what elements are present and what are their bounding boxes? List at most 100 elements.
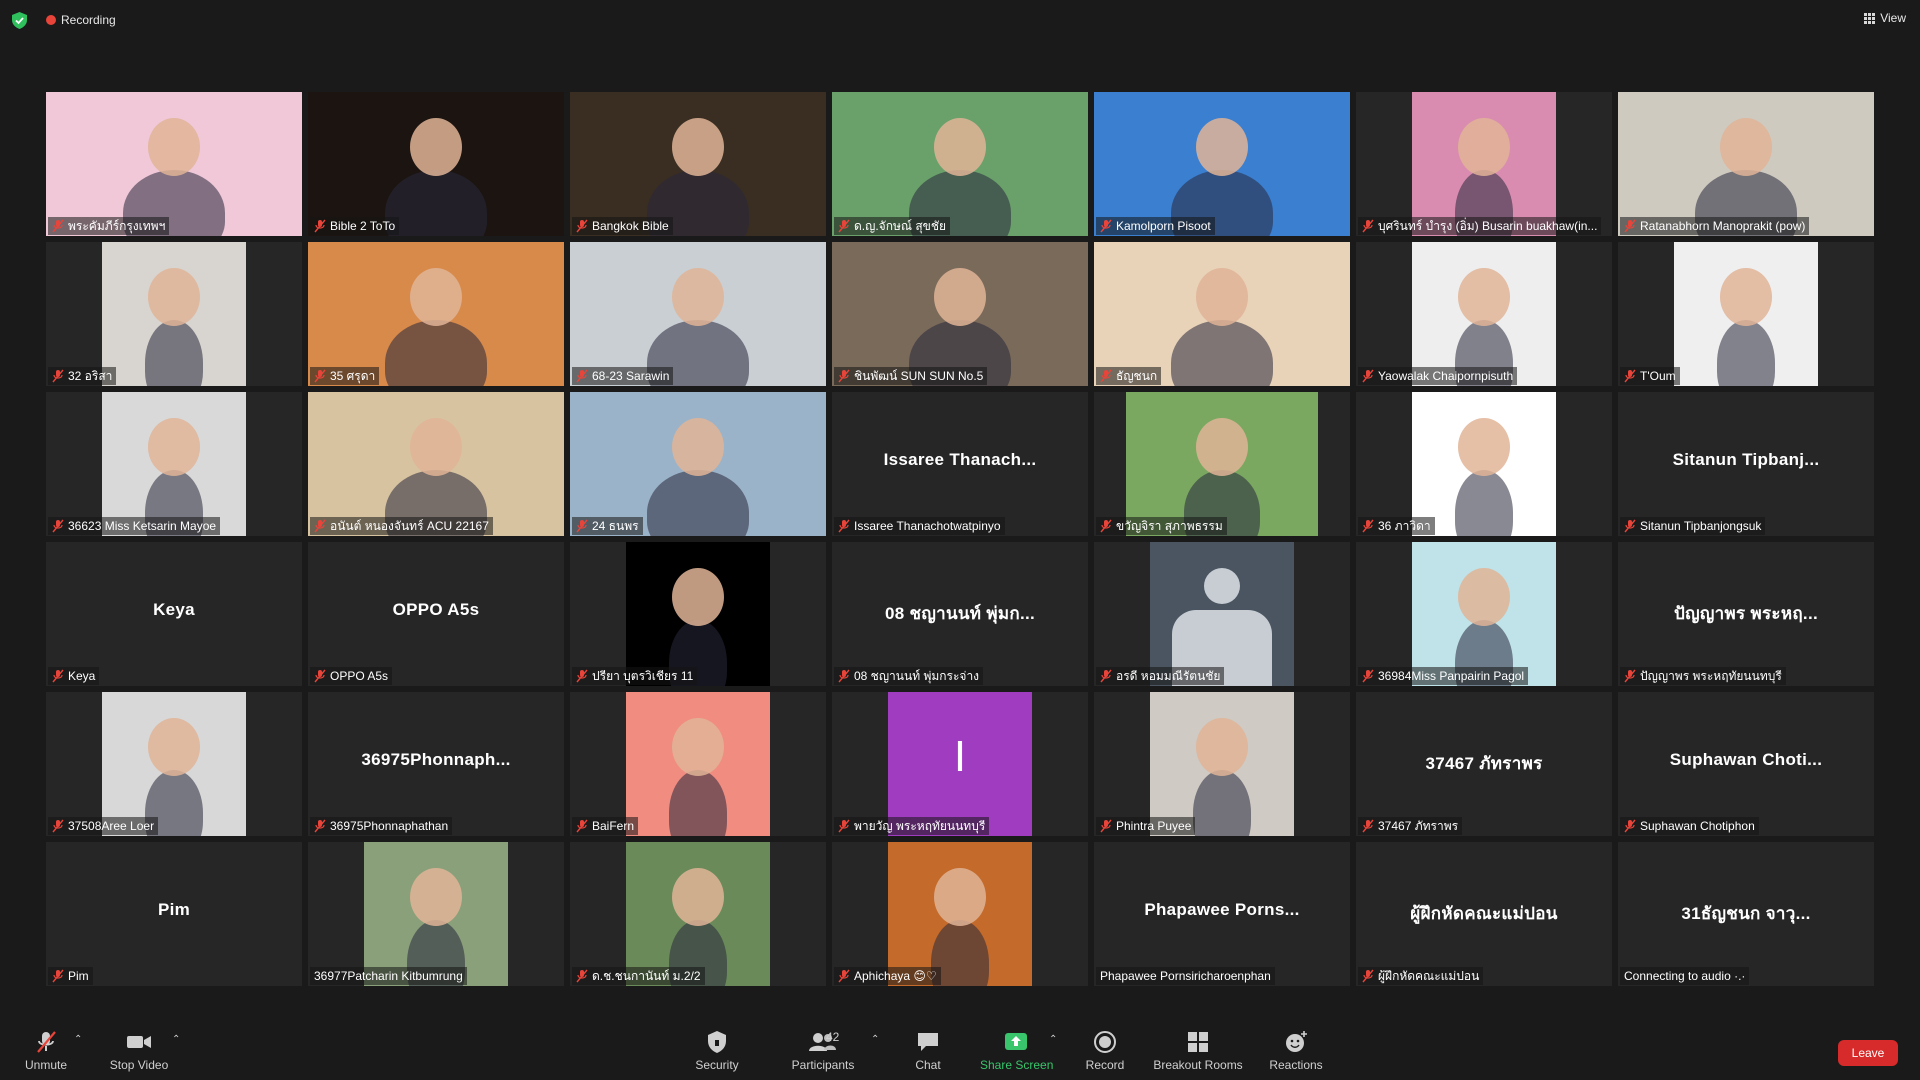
participant-tile[interactable]: Kamolporn Pisoot: [1094, 92, 1350, 236]
person-head: [410, 268, 462, 326]
participant-tile[interactable]: BaiFern: [570, 692, 826, 836]
participant-tile[interactable]: 36623 Miss Ketsarin Mayoe: [46, 392, 302, 536]
participant-tile[interactable]: Aphichaya 😊♡: [832, 842, 1088, 986]
stop-video-button[interactable]: Stop Video: [106, 1030, 172, 1072]
participant-tile[interactable]: Yaowalak Chaipornpisuth: [1356, 242, 1612, 386]
participant-tile[interactable]: 35 ศรุดา: [308, 242, 564, 386]
security-shield-icon: [708, 1031, 726, 1053]
participant-video: [46, 92, 302, 236]
participant-tile[interactable]: ธัญชนก: [1094, 242, 1350, 386]
chat-button[interactable]: Chat: [908, 1030, 948, 1072]
participant-nameplate: Bangkok Bible: [572, 217, 673, 235]
participant-tile[interactable]: 31ธัญชนก จาวุ... Connecting to audio ·.·: [1618, 842, 1874, 986]
microphone-muted-icon: [1362, 519, 1374, 533]
person-silhouette: [384, 170, 488, 236]
participant-name: Kamolporn Pisoot: [1116, 219, 1211, 233]
microphone-muted-icon: [1100, 669, 1112, 683]
participant-tile[interactable]: Issaree Thanach... Issaree Thanachotwatpi…: [832, 392, 1088, 536]
reactions-smiley-icon: [1286, 1031, 1307, 1052]
participant-tile[interactable]: 24 ธนพร: [570, 392, 826, 536]
participant-tile[interactable]: 32 อริสา: [46, 242, 302, 386]
person-silhouette: [1717, 320, 1775, 386]
video-options-caret-icon[interactable]: ⌃: [172, 1034, 180, 1045]
share-screen-button[interactable]: Share Screen: [980, 1030, 1053, 1072]
participant-display-name: Issaree Thanach...: [883, 450, 1037, 469]
participant-tile[interactable]: 37508Aree Loer: [46, 692, 302, 836]
view-button[interactable]: View: [1864, 11, 1906, 25]
participant-tile[interactable]: อรดี หอมมณีรัตนชัย: [1094, 542, 1350, 686]
participant-display-name: ผู้ฝึกหัดคณะแม่ปอน: [1410, 904, 1558, 923]
person-head: [410, 868, 462, 926]
breakout-rooms-button[interactable]: Breakout Rooms: [1152, 1030, 1244, 1072]
participant-tile[interactable]: 68-23 Sarawin: [570, 242, 826, 386]
participant-nameplate: T'Oum: [1620, 367, 1680, 385]
security-button[interactable]: Security: [692, 1030, 742, 1072]
share-options-caret-icon[interactable]: ⌃: [1049, 1034, 1057, 1045]
participant-nameplate: ด.ช.ชนกานันท์ ม.2/2: [572, 967, 705, 985]
audio-options-caret-icon[interactable]: ⌃: [74, 1034, 82, 1045]
participant-tile[interactable]: ด.ช.ชนกานันท์ ม.2/2: [570, 842, 826, 986]
meeting-toolbar: Unmute ⌃ Stop Video ⌃ Security 42 Partic…: [0, 1024, 1920, 1080]
participant-tile[interactable]: Bible 2 ToTo: [308, 92, 564, 236]
participant-video: [102, 392, 246, 536]
participant-tile[interactable]: OPPO A5s OPPO A5s: [308, 542, 564, 686]
microphone-muted-icon: [314, 519, 326, 533]
participant-tile[interactable]: I พายวัญ พระหฤทัยนนทบุรี: [832, 692, 1088, 836]
participant-nameplate: Phintra Puyee: [1096, 817, 1196, 835]
participant-tile[interactable]: ปัญญาพร พระหฤ... ปัญญาพร พระหฤทัยนนทบุรี: [1618, 542, 1874, 686]
participant-nameplate: 36975Phonnaphathan: [310, 817, 453, 835]
reactions-button[interactable]: Reactions: [1266, 1030, 1326, 1072]
participant-nameplate: Connecting to audio ·.·: [1620, 967, 1750, 985]
participant-tile[interactable]: ด.ญ.จักษณ์ สุขชัย: [832, 92, 1088, 236]
participant-nameplate: อนันต์ หนองจันทร์ ACU 22167: [310, 517, 493, 535]
security-shield-icon[interactable]: [12, 12, 27, 29]
unmute-button[interactable]: Unmute: [22, 1030, 70, 1072]
participant-tile[interactable]: ชินพัฒน์ SUN SUN No.5: [832, 242, 1088, 386]
participant-tile[interactable]: 08 ชญานนท์ พุ่มก... 08 ชญานนท์ พุ่มกระจ่า…: [832, 542, 1088, 686]
participant-tile[interactable]: 36984Miss Panpairin Pagol: [1356, 542, 1612, 686]
participant-name: 36977Patcharin Kitbumrung: [314, 969, 463, 983]
participant-tile[interactable]: Phintra Puyee: [1094, 692, 1350, 836]
person-head: [148, 718, 200, 776]
participant-tile[interactable]: Ratanabhorn Manoprakit (pow): [1618, 92, 1874, 236]
participant-tile[interactable]: ขวัญจิรา สุภาพธรรม: [1094, 392, 1350, 536]
leave-button[interactable]: Leave: [1838, 1040, 1898, 1066]
participant-tile[interactable]: 37467 ภัทราพร 37467 ภัทราพร: [1356, 692, 1612, 836]
participant-video: [308, 392, 564, 536]
participant-video: [1094, 242, 1350, 386]
participant-tile[interactable]: T'Oum: [1618, 242, 1874, 386]
participants-options-caret-icon[interactable]: ⌃: [871, 1034, 879, 1045]
record-button[interactable]: Record: [1084, 1030, 1126, 1072]
participant-nameplate: OPPO A5s: [310, 667, 393, 685]
participant-tile[interactable]: Bangkok Bible: [570, 92, 826, 236]
participant-display-name: Phapawee Porns...: [1144, 900, 1300, 919]
participant-video: [1126, 392, 1318, 536]
participant-tile[interactable]: บุศรินทร์ บำรุง (อิ่ม) Busarin buakhaw(i…: [1356, 92, 1612, 236]
person-head: [934, 268, 986, 326]
participant-nameplate: Aphichaya 😊♡: [834, 967, 941, 985]
person-head: [1720, 268, 1772, 326]
participant-tile[interactable]: พระคัมภีร์กรุงเทพฯ: [46, 92, 302, 236]
participant-tile[interactable]: Suphawan Choti... Suphawan Chotiphon: [1618, 692, 1874, 836]
participant-tile[interactable]: Keya Keya: [46, 542, 302, 686]
microphone-muted-icon: [1624, 369, 1636, 383]
participant-tile[interactable]: ปรียา บุตรวิเชียร 11: [570, 542, 826, 686]
participant-tile[interactable]: Sitanun Tipbanj... Sitanun Tipbanjongsuk: [1618, 392, 1874, 536]
participant-name: Issaree Thanachotwatpinyo: [854, 519, 1001, 533]
participant-tile[interactable]: Phapawee Porns... Phapawee Pornsiricharoe…: [1094, 842, 1350, 986]
participants-button[interactable]: 42 Participants: [790, 1030, 856, 1072]
participant-tile[interactable]: Pim Pim: [46, 842, 302, 986]
participant-tile[interactable]: 36977Patcharin Kitbumrung: [308, 842, 564, 986]
participant-tile[interactable]: ผู้ฝึกหัดคณะแม่ปอน ผู้ฝึกหัดคณะแม่ปอน: [1356, 842, 1612, 986]
participant-nameplate: 36623 Miss Ketsarin Mayoe: [48, 517, 221, 535]
participant-video: [888, 842, 1032, 986]
participant-tile[interactable]: 36 ภาวิดา: [1356, 392, 1612, 536]
person-head: [1458, 418, 1510, 476]
participant-tile[interactable]: 36975Phonnaph... 36975Phonnaphathan: [308, 692, 564, 836]
participant-tile[interactable]: อนันต์ หนองจันทร์ ACU 22167: [308, 392, 564, 536]
participant-nameplate: 36 ภาวิดา: [1358, 517, 1435, 535]
participant-name: 08 ชญานนท์ พุ่มกระจ่าง: [854, 669, 980, 683]
participant-nameplate: BaiFern: [572, 817, 639, 835]
participant-video: [1412, 542, 1556, 686]
participant-video: [102, 242, 246, 386]
